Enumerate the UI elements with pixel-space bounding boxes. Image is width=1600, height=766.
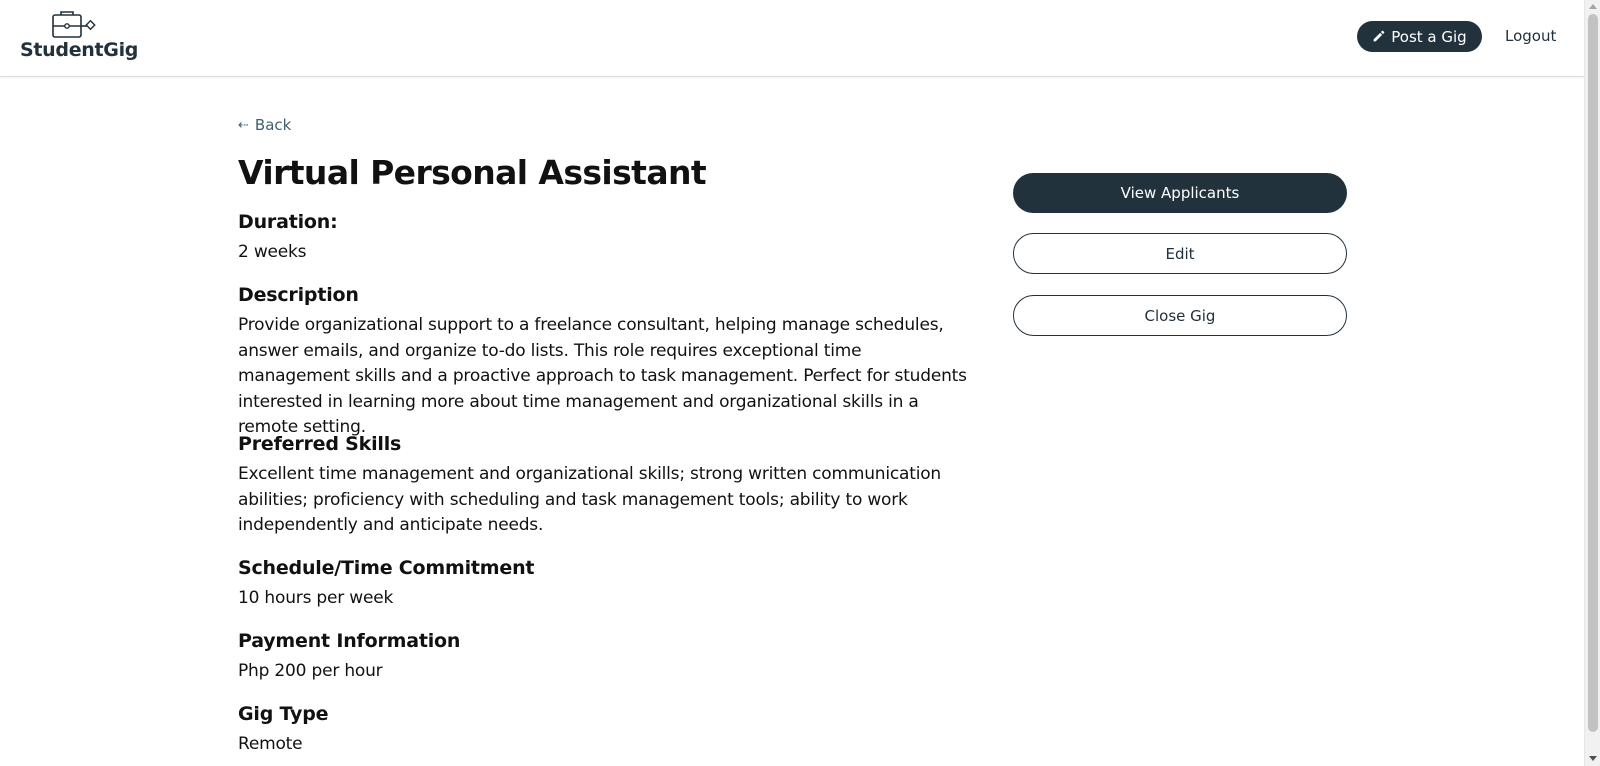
brand-name: StudentGig (20, 39, 139, 61)
description-label: Description (238, 284, 359, 306)
payment-section: Payment Information Php 200 per hour (238, 630, 968, 685)
scroll-down-arrow-icon[interactable] (1589, 756, 1597, 761)
skills-section: Preferred Skills Excellent time manageme… (238, 433, 968, 539)
arrow-left-icon: ⇠ (238, 117, 249, 133)
skills-label: Preferred Skills (238, 433, 402, 455)
payment-label: Payment Information (238, 630, 461, 652)
post-gig-button[interactable]: Post a Gig (1357, 21, 1482, 52)
description-section: Description Provide organizational suppo… (238, 284, 968, 441)
edit-button[interactable]: Edit (1013, 233, 1347, 274)
logout-link[interactable]: Logout (1505, 27, 1556, 45)
description-value: Provide organizational support to a free… (238, 315, 967, 437)
briefcase-logo-icon (52, 11, 96, 38)
gig-title: Virtual Personal Assistant (238, 153, 707, 192)
schedule-section: Schedule/Time Commitment 10 hours per we… (238, 557, 968, 612)
vertical-scrollbar[interactable] (1584, 0, 1600, 766)
pencil-icon (1373, 30, 1385, 42)
gig-type-value: Remote (238, 734, 303, 754)
scroll-up-arrow-icon[interactable] (1589, 4, 1597, 9)
duration-value: 2 weeks (238, 242, 307, 262)
scrollbar-thumb[interactable] (1588, 14, 1598, 732)
view-applicants-button[interactable]: View Applicants (1013, 173, 1347, 213)
back-link[interactable]: ⇠ Back (238, 116, 291, 134)
duration-label: Duration: (238, 211, 338, 233)
back-label: Back (254, 116, 292, 134)
schedule-label: Schedule/Time Commitment (238, 557, 535, 579)
post-gig-label: Post a Gig (1391, 27, 1467, 46)
gig-type-label: Gig Type (238, 703, 329, 725)
brand-logo[interactable]: StudentGig (19, 10, 138, 66)
gig-type-section: Gig Type Remote (238, 703, 968, 758)
payment-value: Php 200 per hour (238, 661, 383, 681)
top-navbar: StudentGig Post a Gig Logout (0, 0, 1584, 77)
schedule-value: 10 hours per week (238, 588, 394, 608)
close-gig-button[interactable]: Close Gig (1013, 295, 1347, 336)
duration-section: Duration: 2 weeks (238, 211, 968, 266)
skills-value: Excellent time management and organizati… (238, 464, 942, 535)
